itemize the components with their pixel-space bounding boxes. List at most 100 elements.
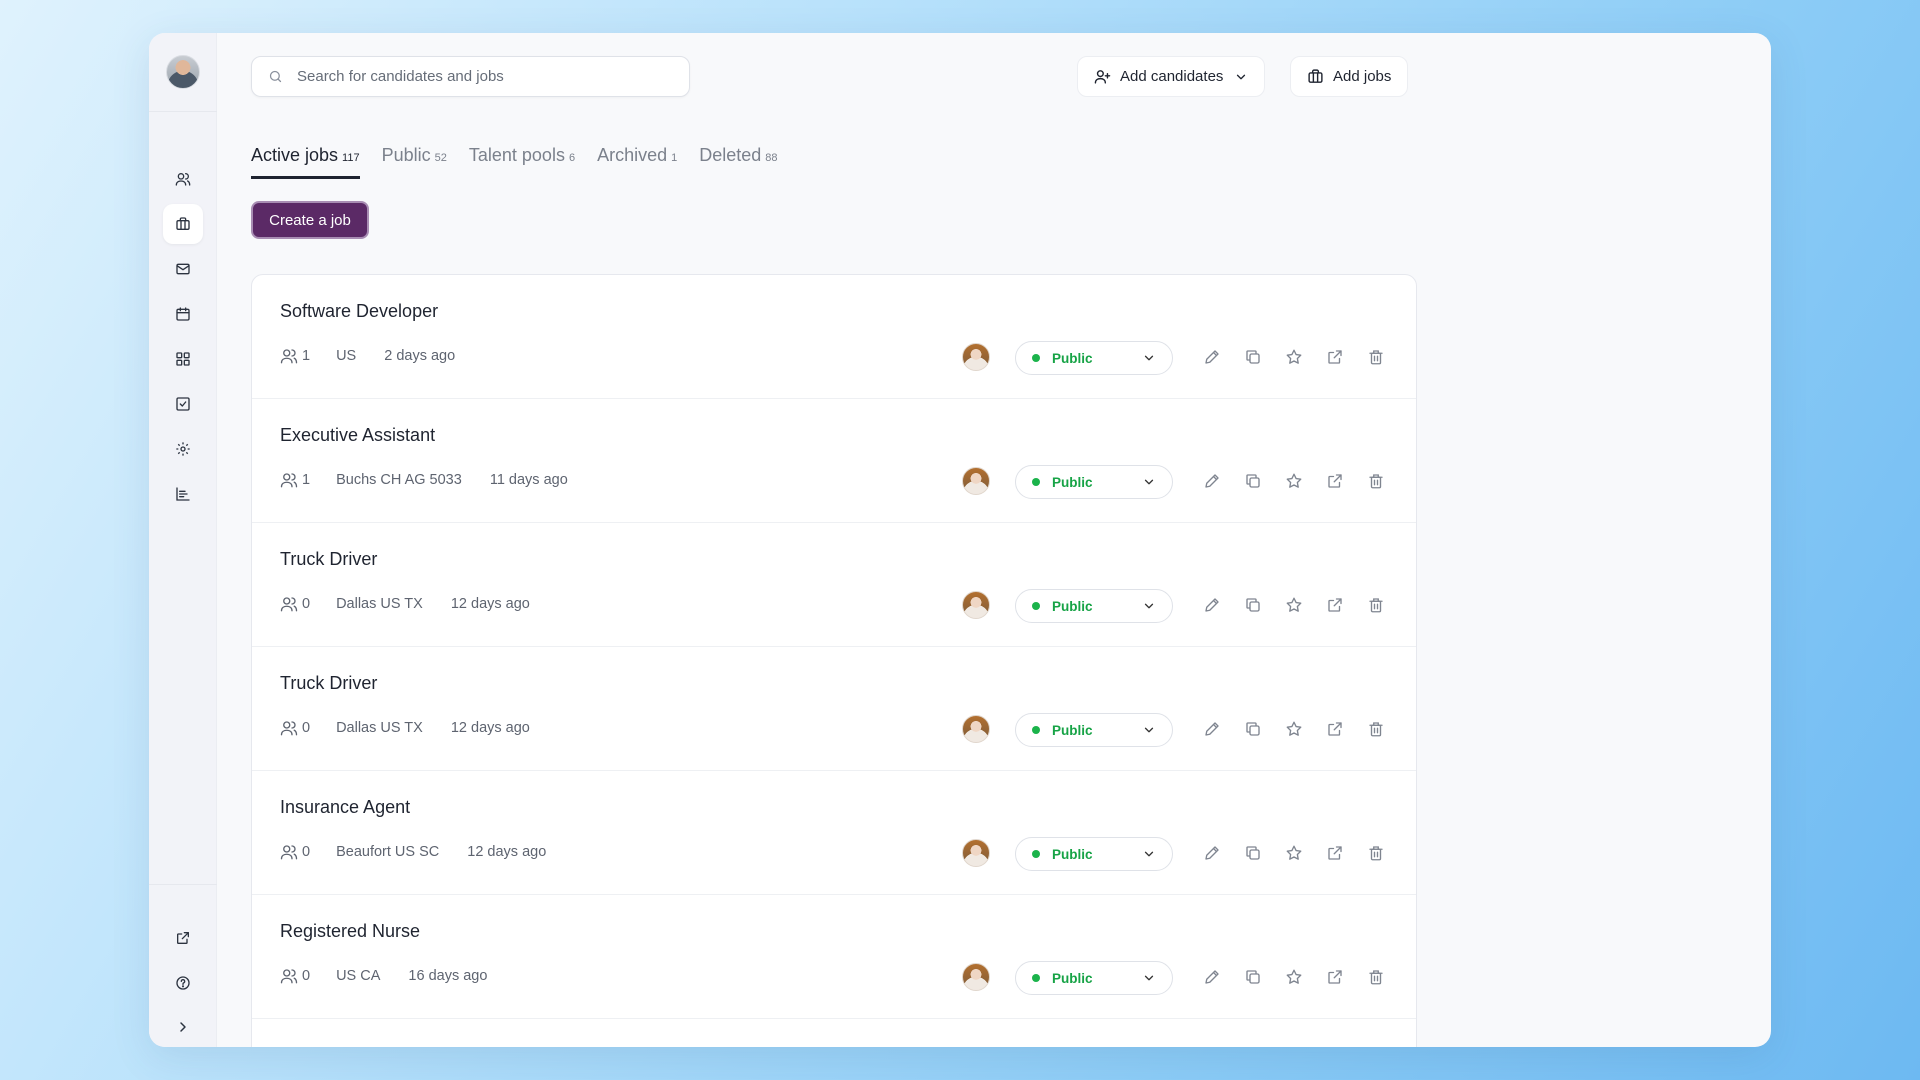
checkbox-icon: [176, 397, 190, 411]
sidebar-item-candidates[interactable]: [163, 159, 203, 199]
edit-button[interactable]: [1202, 347, 1222, 367]
job-row[interactable]: Truck Driver 0 Dallas US TX 12 days ago …: [252, 523, 1416, 647]
add-jobs-button[interactable]: Add jobs: [1290, 56, 1409, 97]
favorite-button[interactable]: [1284, 967, 1304, 987]
job-meta: 0 Dallas US TX 12 days ago: [280, 719, 530, 737]
duplicate-button[interactable]: [1243, 967, 1263, 987]
chevron-down-icon: [1144, 479, 1154, 485]
mail-icon: [176, 263, 190, 275]
edit-button[interactable]: [1202, 471, 1222, 491]
sidebar-item-apps[interactable]: [163, 339, 203, 379]
sidebar-item-tasks[interactable]: [163, 384, 203, 424]
job-title[interactable]: Executive Assistant: [280, 425, 435, 446]
duplicate-button[interactable]: [1243, 347, 1263, 367]
delete-button[interactable]: [1366, 719, 1386, 739]
tab-archived[interactable]: Archived 1: [597, 145, 677, 179]
owner-avatar[interactable]: [962, 467, 990, 495]
sidebar-item-calendar[interactable]: [163, 294, 203, 334]
duplicate-button[interactable]: [1243, 719, 1263, 739]
external-link-icon: [1328, 722, 1342, 736]
status-dot: [1032, 974, 1040, 982]
edit-button[interactable]: [1202, 719, 1222, 739]
favorite-button[interactable]: [1284, 595, 1304, 615]
copy-icon: [1246, 474, 1260, 488]
open-button[interactable]: [1325, 967, 1345, 987]
status-label: Public: [1052, 970, 1093, 986]
duplicate-button[interactable]: [1243, 595, 1263, 615]
owner-avatar[interactable]: [962, 591, 990, 619]
job-title[interactable]: Software Developer: [280, 301, 438, 322]
sidebar-expand[interactable]: [163, 1007, 203, 1047]
job-title[interactable]: Truck Driver: [280, 549, 377, 570]
favorite-button[interactable]: [1284, 347, 1304, 367]
sidebar-item-jobs[interactable]: [163, 204, 203, 244]
status-dropdown[interactable]: Public: [1015, 341, 1173, 375]
status-dot: [1032, 602, 1040, 610]
sidebar-item-messages[interactable]: [163, 249, 203, 289]
sidebar-external-link[interactable]: [163, 918, 203, 958]
open-button[interactable]: [1325, 347, 1345, 367]
chevron-down-icon: [1144, 975, 1154, 981]
search-input[interactable]: [297, 68, 657, 85]
edit-button[interactable]: [1202, 843, 1222, 863]
job-posted: 11 days ago: [489, 472, 568, 488]
trash-icon: [1369, 350, 1383, 365]
job-row[interactable]: Truck Driver 0 Dallas US TX 12 days ago …: [252, 647, 1416, 771]
open-button[interactable]: [1325, 843, 1345, 863]
delete-button[interactable]: [1366, 843, 1386, 863]
owner-avatar[interactable]: [962, 715, 990, 743]
search-box[interactable]: [251, 56, 690, 97]
favorite-button[interactable]: [1284, 719, 1304, 739]
delete-button[interactable]: [1366, 347, 1386, 367]
open-button[interactable]: [1325, 471, 1345, 491]
edit-button[interactable]: [1202, 967, 1222, 987]
sidebar-help[interactable]: [163, 963, 203, 1003]
job-location: US CA: [336, 968, 381, 984]
job-row[interactable]: Insurance Agent 0 Beaufort US SC 12 days…: [252, 771, 1416, 895]
edit-button[interactable]: [1202, 595, 1222, 615]
delete-button[interactable]: [1366, 967, 1386, 987]
sidebar-divider: [149, 111, 217, 112]
tab-deleted[interactable]: Deleted 88: [699, 145, 777, 179]
job-location: Buchs CH AG 5033: [336, 472, 462, 488]
users-icon: [175, 173, 191, 186]
owner-avatar[interactable]: [962, 343, 990, 371]
job-title[interactable]: Insurance Agent: [280, 797, 410, 818]
job-row[interactable]: Registered Nurse 0 US CA 16 days ago Pub…: [252, 895, 1416, 1019]
favorite-button[interactable]: [1284, 471, 1304, 491]
status-dropdown[interactable]: Public: [1015, 961, 1173, 995]
external-link-icon: [177, 932, 189, 944]
duplicate-button[interactable]: [1243, 471, 1263, 491]
job-row[interactable]: Software Developer 1 US 2 days ago Publi…: [252, 275, 1416, 399]
user-avatar[interactable]: [166, 55, 200, 89]
tab-talent-pools[interactable]: Talent pools 6: [469, 145, 575, 179]
job-row[interactable]: Executive Assistant 1 Buchs CH AG 5033 1…: [252, 399, 1416, 523]
delete-button[interactable]: [1366, 471, 1386, 491]
pencil-icon: [1205, 846, 1219, 860]
add-candidates-button[interactable]: Add candidates: [1077, 56, 1266, 97]
status-dropdown[interactable]: Public: [1015, 837, 1173, 871]
favorite-button[interactable]: [1284, 843, 1304, 863]
candidate-count: 0: [302, 596, 311, 612]
duplicate-button[interactable]: [1243, 843, 1263, 863]
status-label: Public: [1052, 598, 1093, 614]
job-title[interactable]: Registered Nurse: [280, 921, 420, 942]
owner-avatar[interactable]: [962, 963, 990, 991]
external-link-icon: [1328, 598, 1342, 612]
status-dropdown[interactable]: Public: [1015, 465, 1173, 499]
status-dropdown[interactable]: Public: [1015, 713, 1173, 747]
delete-button[interactable]: [1366, 595, 1386, 615]
open-button[interactable]: [1325, 719, 1345, 739]
pencil-icon: [1205, 598, 1219, 612]
sidebar-item-reports[interactable]: [163, 474, 203, 514]
job-title[interactable]: Truck Driver: [280, 673, 377, 694]
status-dropdown[interactable]: Public: [1015, 589, 1173, 623]
tab-public[interactable]: Public 52: [382, 145, 447, 179]
create-job-button[interactable]: Create a job: [251, 201, 369, 239]
chevron-right-icon: [180, 1022, 186, 1032]
tab-active-jobs[interactable]: Active jobs 117: [251, 145, 360, 179]
owner-avatar[interactable]: [962, 839, 990, 867]
star-icon: [1286, 845, 1302, 860]
open-button[interactable]: [1325, 595, 1345, 615]
sidebar-item-settings[interactable]: [163, 429, 203, 469]
